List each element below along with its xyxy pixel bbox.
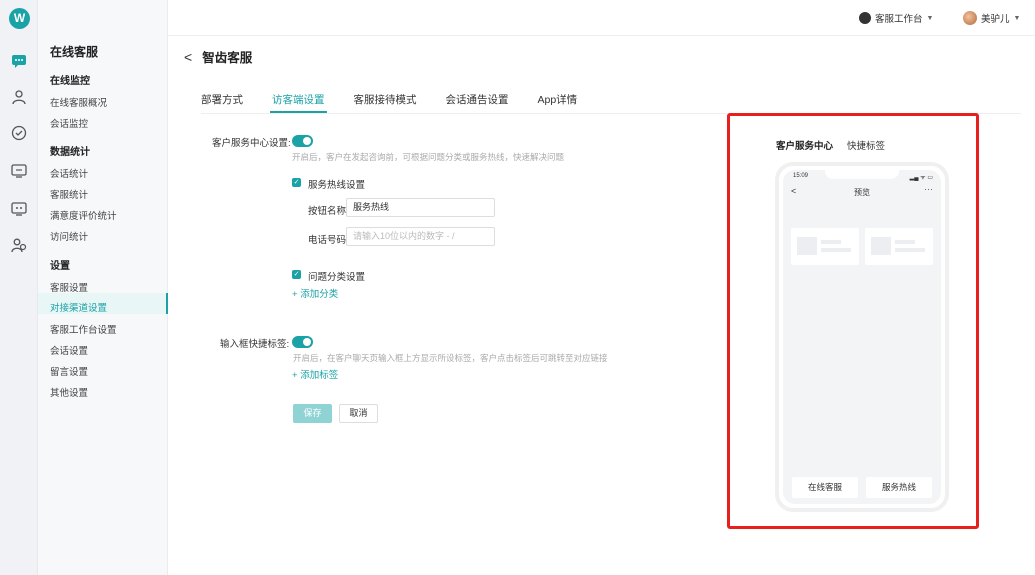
card-placeholder-line: [821, 240, 841, 244]
preview-tab-quick-tags[interactable]: 快捷标签: [847, 138, 885, 152]
preview-hotline-button: 服务热线: [866, 477, 932, 498]
cancel-button[interactable]: 取消: [339, 404, 378, 423]
sidebar-item-session-stats[interactable]: 会话统计: [50, 166, 88, 180]
add-category-label: 添加分类: [300, 289, 339, 300]
add-tag-label: 添加标签: [300, 370, 339, 381]
phone-label: 电话号码: [308, 235, 347, 246]
service-center-hint: 开启后，客户在发起咨询前，可根据问题分类或服务热线，快速解决问题: [292, 152, 565, 162]
tab-app-details[interactable]: App详情: [538, 92, 578, 112]
chat-icon[interactable]: [10, 52, 28, 70]
sidebar-group-monitor: 在线监控: [50, 76, 90, 87]
sidebar: 在线客服 在线监控 在线客服概况 会话监控 数据统计 会话统计 客服统计 满意度…: [38, 0, 168, 575]
card-placeholder-image: [871, 237, 891, 255]
hotline-checkbox[interactable]: ✓: [292, 178, 301, 187]
sidebar-title: 在线客服: [50, 45, 99, 59]
category-card: [791, 228, 859, 265]
plus-icon: +: [292, 370, 301, 381]
headset-icon: [859, 12, 871, 24]
workspace-label: 客服工作台: [875, 14, 923, 25]
user-menu[interactable]: 美驴儿 ▼: [963, 11, 1020, 25]
quick-tags-toggle[interactable]: [292, 336, 313, 348]
sidebar-group-stats: 数据统计: [50, 147, 90, 158]
tab-reception-mode[interactable]: 客服接待模式: [354, 92, 417, 112]
status-icons: ▂▄ ᯤ ▭: [909, 175, 933, 181]
tab-deploy[interactable]: 部署方式: [201, 92, 243, 112]
sidebar-item-satisfaction-stats[interactable]: 满意度评价统计: [50, 208, 117, 222]
people-icon[interactable]: [10, 236, 28, 254]
button-name-input[interactable]: 服务热线: [346, 198, 495, 217]
status-time: 15:09: [793, 173, 809, 179]
hotline-checkbox-label: 服务热线设置: [308, 180, 366, 191]
category-card: [865, 228, 933, 265]
sidebar-item-agent-settings[interactable]: 客服设置: [50, 280, 88, 294]
service-center-label: 客户服务中心设置:: [212, 138, 291, 149]
page-title: 智齿客服: [202, 51, 253, 65]
phone-screen: 15:09 ▂▄ ᯤ ▭ < 预览 ··· 在线客服 服务热线: [783, 170, 941, 504]
card-placeholder-line: [821, 248, 851, 252]
tab-visitor-settings[interactable]: 访客端设置: [270, 92, 326, 113]
sidebar-item-agent-stats[interactable]: 客服统计: [50, 187, 88, 201]
sidebar-item-other-settings[interactable]: 其他设置: [50, 385, 88, 399]
top-bar: 客服工作台 ▼ 美驴儿 ▼: [168, 0, 1035, 36]
tab-session-notice[interactable]: 会话通告设置: [446, 92, 509, 112]
phone-nav-bar: < 预览 ···: [783, 184, 941, 202]
sidebar-item-message-settings[interactable]: 留言设置: [50, 364, 88, 378]
phone-preview: 15:09 ▂▄ ᯤ ▭ < 预览 ··· 在线客服 服务热线: [775, 162, 949, 512]
check-icon[interactable]: [10, 124, 28, 142]
page-header: < 智齿客服: [184, 47, 252, 66]
sidebar-item-session-monitor[interactable]: 会话监控: [50, 116, 88, 130]
button-name-label: 按钮名称: [308, 206, 347, 217]
plus-icon: +: [292, 289, 301, 300]
add-category-link[interactable]: + 添加分类: [292, 286, 338, 300]
screen-icon[interactable]: [10, 200, 28, 218]
back-icon[interactable]: <: [184, 49, 192, 65]
phone-notch: [825, 170, 899, 179]
avatar: [963, 11, 977, 25]
preview-tab-service-center[interactable]: 客户服务中心: [776, 138, 833, 152]
workspace-menu[interactable]: 客服工作台 ▼: [859, 11, 933, 25]
preview-online-service-button: 在线客服: [792, 477, 858, 498]
phone-input[interactable]: 请输入10位以内的数字 - /: [346, 227, 495, 246]
main-panel: < 智齿客服 部署方式 访客端设置 客服接待模式 会话通告设置 App详情 客户…: [168, 36, 1035, 575]
card-placeholder-line: [895, 248, 925, 252]
save-button[interactable]: 保存: [293, 404, 332, 423]
service-center-toggle[interactable]: [292, 135, 313, 147]
card-placeholder-image: [797, 237, 817, 255]
category-checkbox[interactable]: ✓: [292, 270, 301, 279]
user-icon[interactable]: [10, 88, 28, 106]
category-checkbox-label: 问题分类设置: [308, 272, 366, 283]
icon-rail: W: [0, 0, 38, 575]
app-logo[interactable]: W: [9, 8, 30, 29]
sidebar-item-channel-settings[interactable]: 对接渠道设置: [50, 300, 107, 314]
tab-bar: 部署方式 访客端设置 客服接待模式 会话通告设置 App详情: [201, 92, 606, 113]
quick-tags-hint: 开启后，在客户聊天页输入框上方显示所设标签，客户点击标签后可跳转至对应链接: [293, 353, 608, 363]
sidebar-group-settings: 设置: [50, 261, 70, 272]
caret-down-icon: ▼: [1013, 14, 1021, 22]
user-name: 美驴儿: [981, 14, 1010, 25]
quick-tags-label: 输入框快捷标签:: [220, 339, 290, 350]
phone-nav-title: 预览: [854, 188, 870, 197]
sidebar-item-overview[interactable]: 在线客服概况: [50, 95, 107, 109]
sidebar-item-visit-stats[interactable]: 访问统计: [50, 229, 88, 243]
add-tag-link[interactable]: + 添加标签: [292, 367, 338, 381]
monitor-icon[interactable]: [10, 162, 28, 180]
sidebar-item-session-settings[interactable]: 会话设置: [50, 343, 88, 357]
caret-down-icon: ▼: [926, 14, 934, 22]
card-placeholder-line: [895, 240, 915, 244]
more-icon: ···: [924, 184, 933, 194]
sidebar-item-workspace-settings[interactable]: 客服工作台设置: [50, 322, 117, 336]
